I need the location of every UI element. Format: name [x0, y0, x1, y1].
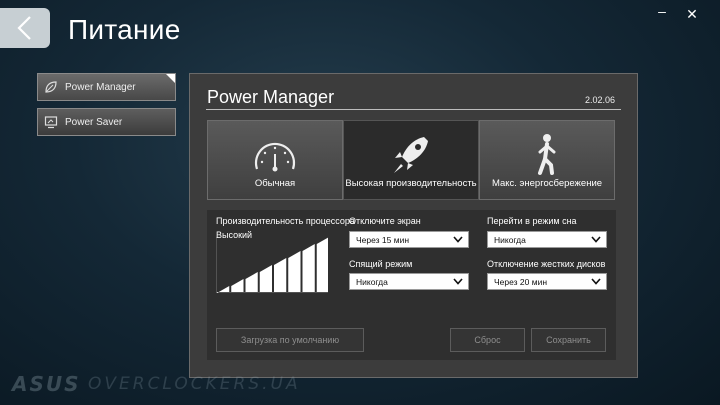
display-off-select[interactable]: Через 15 мин [349, 231, 469, 248]
cpu-level-bar [217, 286, 230, 293]
reset-button[interactable]: Сброс [450, 328, 525, 352]
version-label: 2.02.06 [584, 95, 615, 105]
cpu-level-bar [288, 251, 301, 292]
cpu-level-bar [231, 279, 244, 292]
standby-select[interactable]: Никогда [349, 273, 469, 290]
site-watermark: OVERCLOCKERS.UA [88, 374, 301, 394]
walking-person-icon [532, 133, 562, 177]
gauge-icon [252, 133, 298, 177]
power-manager-panel: Power Manager 2.02.06 Обычная Высокая пр… [189, 73, 638, 378]
hdd-off-label: Отключение жестких дисков [487, 259, 606, 269]
standby-label: Спящий режим [349, 259, 413, 269]
cpu-performance-graph[interactable] [216, 237, 328, 293]
close-button[interactable]: ✕ [684, 6, 700, 23]
standby-value: Никогда [356, 276, 388, 287]
panel-title: Power Manager [207, 87, 335, 107]
sidebar-item-label: Power Saver [65, 116, 123, 128]
mode-label: Обычная [254, 178, 296, 189]
display-off-value: Через 15 мин [356, 234, 410, 245]
cpu-level-bar [302, 244, 315, 292]
cpu-level-bar [274, 258, 287, 292]
save-button[interactable]: Сохранить [531, 328, 606, 352]
monitor-icon [43, 114, 59, 130]
cpu-performance-label: Производительность процессора [216, 216, 355, 226]
mode-label: Высокая производительность [345, 178, 477, 189]
arrow-left-icon [17, 16, 31, 40]
sidebar-item-power-manager[interactable]: Power Manager [37, 73, 176, 101]
back-button[interactable] [0, 8, 50, 48]
chevron-down-icon [591, 278, 601, 285]
leaf-icon [43, 79, 59, 95]
active-indicator [166, 74, 175, 83]
sleep-mode-value: Никогда [494, 234, 526, 245]
title-divider [206, 109, 621, 110]
page-title: Питание [68, 14, 181, 45]
cpu-level-bar [316, 237, 328, 292]
display-off-label: Отключите экран [349, 216, 421, 226]
asus-watermark-logo: ASUS [12, 372, 81, 396]
sidebar-item-power-saver[interactable]: Power Saver [37, 108, 176, 136]
sidebar-item-label: Power Manager [65, 81, 136, 93]
chevron-down-icon [453, 278, 463, 285]
minimize-button[interactable]: – [654, 3, 670, 19]
chevron-down-icon [453, 236, 463, 243]
hdd-off-value: Через 20 мин [494, 276, 548, 287]
hdd-off-select[interactable]: Через 20 мин [487, 273, 607, 290]
mode-high-performance-button[interactable]: Высокая производительность [343, 120, 479, 200]
mode-max-energy-saving-button[interactable]: Макс. энергосбережение [479, 120, 615, 200]
cpu-level-bar [245, 272, 258, 292]
sleep-mode-label: Перейти в режим сна [487, 216, 577, 226]
cpu-level-bar [259, 265, 272, 292]
rocket-icon [388, 133, 434, 177]
mode-label: Макс. энергосбережение [491, 178, 603, 189]
settings-area: Производительность процессора Высокий От… [207, 210, 616, 360]
load-defaults-button[interactable]: Загрузка по умолчанию [216, 328, 364, 352]
mode-normal-button[interactable]: Обычная [207, 120, 343, 200]
chevron-down-icon [591, 236, 601, 243]
sleep-mode-select[interactable]: Никогда [487, 231, 607, 248]
